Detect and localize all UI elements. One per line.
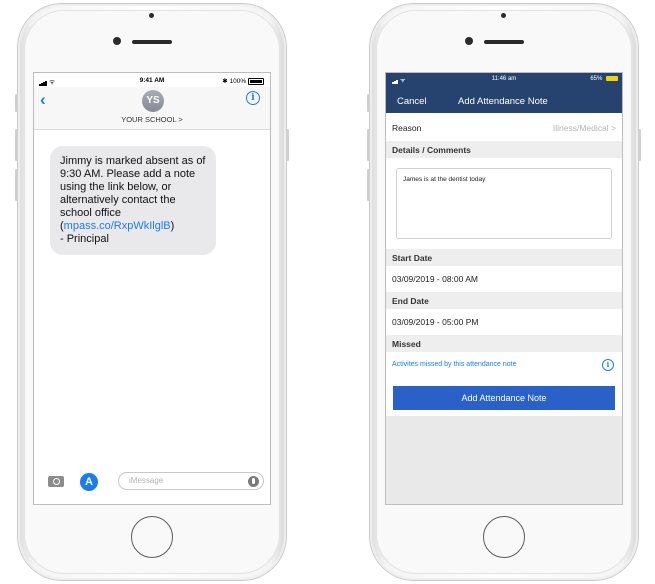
details-label: Details / Comments: [392, 145, 471, 155]
compose-bar: A iMessage: [34, 464, 270, 504]
imessage-input[interactable]: iMessage: [118, 472, 264, 490]
start-date-label: Start Date: [392, 253, 433, 263]
proximity-sensor: [149, 13, 154, 18]
home-button[interactable]: [483, 516, 525, 558]
status-time: 11:46 am: [491, 76, 517, 82]
earpiece-speaker: [484, 40, 524, 44]
start-date-value: 03/09/2019 - 08:00 AM: [392, 274, 479, 284]
power-button: [638, 129, 641, 161]
mute-switch: [367, 94, 370, 112]
page-title: Add Attendance Note: [458, 96, 548, 107]
battery-indicator: ✱ 100%: [222, 77, 264, 85]
info-icon[interactable]: i: [246, 91, 260, 105]
start-date-field[interactable]: 03/09/2019 - 08:00 AM: [386, 266, 622, 292]
empty-area: [386, 416, 622, 504]
nav-bar: ᯤ 11:46 am 65% Cancel Add Attendance Not…: [386, 73, 622, 113]
reason-value: Illness/Medical >: [552, 123, 616, 133]
start-date-header: Start Date: [386, 249, 622, 266]
mute-switch: [15, 94, 18, 112]
reason-row[interactable]: Reason Illness/Medical >: [386, 113, 622, 141]
attendance-screen: ᯤ 11:46 am 65% Cancel Add Attendance Not…: [386, 73, 622, 504]
battery-percent: 65%: [590, 76, 603, 83]
conversation-header: ‹ YS YOUR SCHOOL > i: [34, 87, 270, 130]
home-button[interactable]: [131, 516, 173, 558]
contact-name[interactable]: YOUR SCHOOL >: [34, 115, 270, 124]
battery-percent: 100%: [229, 78, 247, 85]
message-link[interactable]: mpass.co/RxpWkIlglB: [64, 220, 171, 232]
details-text: James is at the dentist today: [403, 176, 486, 183]
avatar[interactable]: YS: [142, 90, 164, 112]
front-camera: [113, 37, 121, 45]
end-date-label: End Date: [392, 296, 429, 306]
imessage-placeholder: iMessage: [129, 476, 164, 485]
cancel-button[interactable]: Cancel: [397, 96, 427, 107]
audio-record-icon[interactable]: [248, 476, 259, 487]
volume-up-button: [367, 129, 370, 161]
add-attendance-note-button[interactable]: Add Attendance Note: [393, 386, 615, 410]
missed-label: Missed: [392, 339, 421, 349]
message-text-close: ): [170, 220, 175, 232]
battery-icon: [248, 77, 264, 85]
back-chevron-icon[interactable]: ‹: [40, 90, 46, 110]
details-header: Details / Comments: [386, 141, 622, 158]
status-bar: ᯤ 9:41 AM ✱ 100%: [34, 73, 270, 87]
missed-activities-row[interactable]: Activites missed by this attendance note…: [386, 352, 622, 378]
info-icon[interactable]: i: [602, 359, 614, 371]
message-signature: - Principal: [60, 233, 109, 245]
reason-label: Reason: [392, 123, 422, 133]
earpiece-speaker: [132, 40, 172, 44]
app-store-icon[interactable]: A: [80, 473, 98, 491]
imessage-screen: ᯤ 9:41 AM ✱ 100% ‹ YS YOUR SCHOOL > i Ji…: [34, 73, 270, 504]
end-date-header: End Date: [386, 292, 622, 309]
end-date-field[interactable]: 03/09/2019 - 05:00 PM: [386, 309, 622, 335]
camera-icon[interactable]: [48, 476, 64, 487]
message-bubble: Jimmy is marked absent as of 9:30 AM. Pl…: [50, 146, 216, 255]
status-bar: ᯤ 11:46 am 65%: [386, 76, 622, 85]
proximity-sensor: [501, 13, 506, 18]
power-button: [286, 129, 289, 161]
volume-down-button: [15, 169, 18, 201]
missed-header: Missed: [386, 335, 622, 352]
front-camera: [465, 37, 473, 45]
volume-down-button: [367, 169, 370, 201]
activities-missed-link[interactable]: Activites missed by this attendance note: [392, 361, 517, 368]
battery-indicator: 65%: [590, 76, 618, 82]
end-date-value: 03/09/2019 - 05:00 PM: [392, 317, 479, 327]
details-textarea[interactable]: James is at the dentist today: [396, 168, 612, 239]
battery-icon: [606, 76, 618, 81]
volume-up-button: [15, 129, 18, 161]
